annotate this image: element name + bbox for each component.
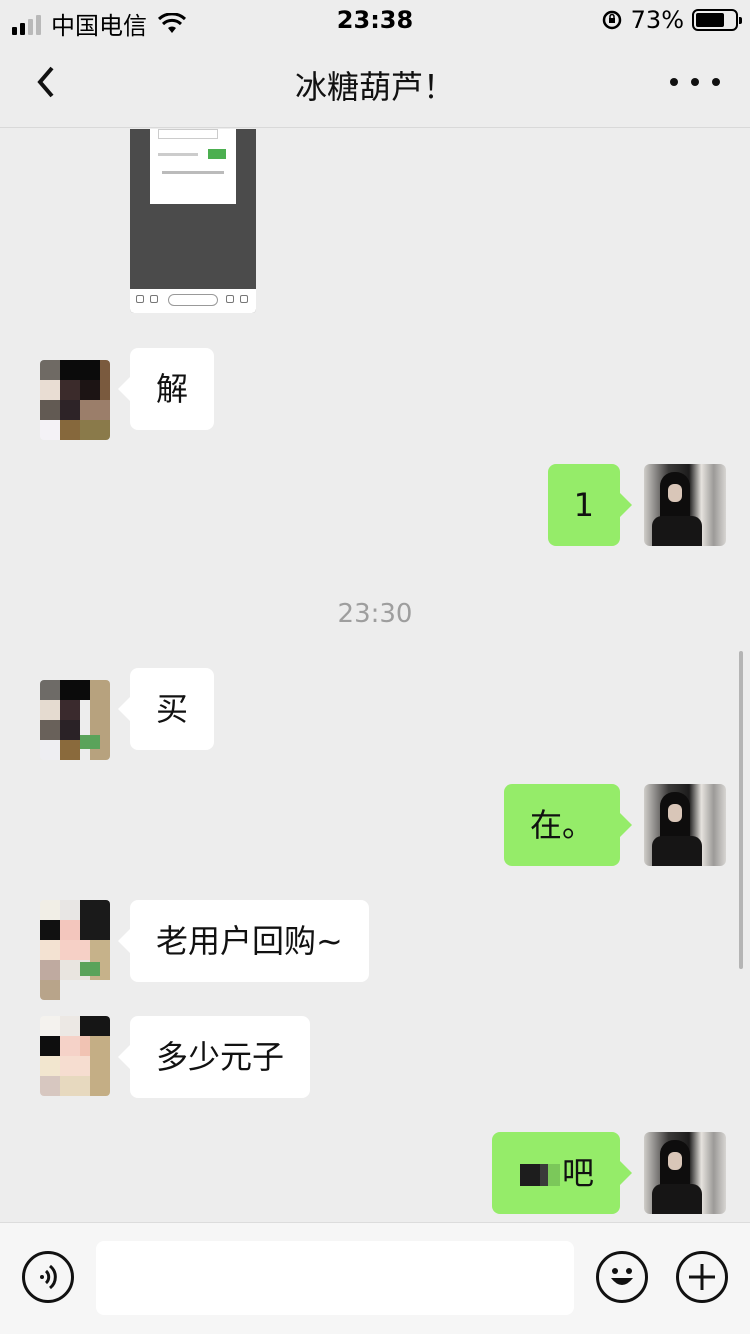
plus-icon <box>689 1264 715 1290</box>
chat-area[interactable]: 解 1 23:30 买 在。 老用户回购~ 多少元子 吧 <box>0 129 750 1222</box>
message-input[interactable] <box>96 1241 574 1315</box>
censored-text <box>519 1164 560 1186</box>
battery-percent: 73% <box>630 6 684 34</box>
message-bubble[interactable]: 吧 <box>491 1132 633 1214</box>
chat-timestamp: 23:30 <box>337 599 413 629</box>
message-bubble[interactable]: 1 <box>547 464 633 546</box>
more-button[interactable] <box>670 62 720 102</box>
image-thumbnail <box>150 129 236 204</box>
my-avatar[interactable] <box>644 464 726 546</box>
image-message[interactable] <box>130 129 256 313</box>
nav-bar: 冰糖葫芦！ <box>0 40 750 128</box>
battery-fill <box>696 13 724 27</box>
chat-title: 冰糖葫芦！ <box>294 68 455 106</box>
message-bubble[interactable]: 买 <box>117 668 215 750</box>
status-bar: 中国电信 23:38 73% <box>0 0 750 40</box>
more-icon <box>670 78 678 86</box>
my-avatar[interactable] <box>644 1132 726 1214</box>
input-bar <box>0 1222 750 1334</box>
contact-avatar[interactable] <box>40 360 110 440</box>
emoji-icon <box>611 1268 633 1285</box>
my-avatar[interactable] <box>644 784 726 866</box>
contact-avatar[interactable] <box>40 900 110 1000</box>
scroll-indicator[interactable] <box>739 651 743 969</box>
battery-icon <box>692 9 742 31</box>
message-bubble[interactable]: 解 <box>117 348 215 430</box>
rotation-lock-icon <box>601 9 623 31</box>
contact-avatar[interactable] <box>40 680 110 760</box>
voice-button[interactable] <box>22 1251 74 1303</box>
chat-screen: 中国电信 23:38 73% 冰糖葫芦！ 解 1 23:30 买 在。 老用户回… <box>0 0 750 1334</box>
voice-icon <box>40 1264 57 1290</box>
message-bubble[interactable]: 老用户回购~ <box>118 900 369 982</box>
message-bubble[interactable]: 在。 <box>503 784 633 866</box>
message-bubble[interactable]: 多少元子 <box>117 1016 311 1098</box>
emoji-button[interactable] <box>596 1251 648 1303</box>
more-functions-button[interactable] <box>676 1251 728 1303</box>
contact-avatar[interactable] <box>40 1016 110 1096</box>
